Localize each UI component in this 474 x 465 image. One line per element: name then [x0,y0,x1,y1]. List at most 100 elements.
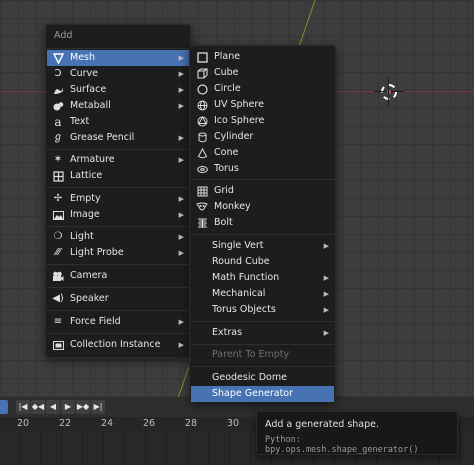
menu-item-label: Plane [214,51,241,62]
grid-icon [196,185,208,197]
menu-item-torus-objects[interactable]: Torus Objects ▶ [191,302,334,318]
monkey-icon [196,201,208,213]
jump-to-keyframe-next-icon[interactable]: ▶◆ [76,400,90,414]
menu-item-grid[interactable]: Grid [191,183,334,199]
menu-item-cube[interactable]: Cube [191,65,334,81]
menu-item-torus[interactable]: Torus [191,161,334,177]
surface-icon [52,84,64,96]
grease-pencil-icon: ℊ [53,132,63,143]
record-button[interactable] [0,400,8,414]
menu-item-speaker[interactable]: ◀) Speaker [47,291,189,307]
menu-item-force-field[interactable]: ≡ Force Field ▶ [47,314,189,330]
menu-item-geodesic-dome[interactable]: Geodesic Dome [191,370,334,386]
3d-cursor-icon[interactable] [374,77,404,107]
menu-item-circle[interactable]: Circle [191,81,334,97]
bolt-icon [196,217,208,229]
armature-icon: ✶ [53,154,63,165]
frame-label: 20 [17,418,30,429]
camera-icon [52,270,64,282]
frame-label: 26 [143,418,156,429]
menu-item-label: Ico Sphere [214,115,265,126]
light-probe-icon: ⁄⁄⁄ [55,247,61,258]
cube-icon [196,67,208,79]
separator [191,366,334,367]
torus-icon [196,163,208,175]
menu-item-round-cube[interactable]: Round Cube [191,254,334,270]
menu-item-shape-generator[interactable]: Shape Generator [191,386,334,402]
menu-title: Add [54,30,73,41]
menu-item-collection-instance[interactable]: Collection Instance ▶ [47,337,189,353]
menu-item-monkey[interactable]: Monkey [191,199,334,215]
submenu-arrow-icon: ▶ [178,134,184,142]
menu-item-image[interactable]: Image ▶ [47,207,189,223]
uv-sphere-icon [196,99,208,111]
submenu-arrow-icon: ▶ [178,233,184,241]
separator [47,149,189,150]
separator [47,48,189,49]
separator [47,187,189,188]
menu-item-single-vert[interactable]: Single Vert ▶ [191,238,334,254]
play-reverse-icon[interactable]: ◀ [46,400,60,414]
menu-item-bolt[interactable]: Bolt [191,215,334,231]
menu-item-grease-pencil[interactable]: ℊ Grease Pencil ▶ [47,130,189,146]
menu-item-label: Monkey [214,201,251,212]
menu-item-surface[interactable]: Surface ▶ [47,82,189,98]
frame-label: 30 [227,418,240,429]
curve-icon: Ͻ [54,68,62,79]
menu-item-empty[interactable]: ✢ Empty ▶ [47,191,189,207]
menu-item-label: Math Function [212,272,280,283]
metaball-icon [52,100,64,112]
menu-item-label: Curve [70,68,99,79]
separator [191,234,334,235]
menu-item-ico-sphere[interactable]: Ico Sphere [191,113,334,129]
menu-item-label: Circle [214,83,241,94]
jump-to-start-icon[interactable]: |◀ [16,400,30,414]
menu-item-label: Bolt [214,217,233,228]
submenu-arrow-icon: ▶ [178,86,184,94]
menu-item-label: Text [70,116,90,127]
menu-item-cone[interactable]: Cone [191,145,334,161]
menu-item-text[interactable]: a Text [47,114,189,130]
menu-item-label: Force Field [70,316,121,327]
empty-icon: ✢ [53,193,63,204]
menu-item-label: Camera [70,270,108,281]
submenu-arrow-icon: ▶ [178,341,184,349]
menu-item-label: Shape Generator [212,388,294,399]
menu-item-label: Light [70,231,94,242]
menu-item-label: Torus Objects [212,304,276,315]
menu-item-math-function[interactable]: Math Function ▶ [191,270,334,286]
menu-item-camera[interactable]: Camera [47,268,189,284]
menu-item-uv-sphere[interactable]: UV Sphere [191,97,334,113]
menu-item-light-probe[interactable]: ⁄⁄⁄ Light Probe ▶ [47,245,189,261]
menu-item-lattice[interactable]: Lattice [47,168,189,184]
submenu-arrow-icon: ▶ [178,195,184,203]
menu-item-cylinder[interactable]: Cylinder [191,129,334,145]
menu-item-label: Empty [70,193,101,204]
menu-item-label: Collection Instance [70,339,161,350]
submenu-arrow-icon: ▶ [323,290,329,298]
image-icon [52,209,64,221]
menu-item-curve[interactable]: Ͻ Curve ▶ [47,66,189,82]
menu-item-label: Grid [214,185,234,196]
menu-item-label: Torus [214,163,239,174]
frame-label: 24 [101,418,114,429]
jump-to-end-icon[interactable]: ▶| [91,400,105,414]
frame-label: 22 [59,418,72,429]
menu-item-label: Light Probe [70,247,124,258]
menu-item-extras[interactable]: Extras ▶ [191,325,334,341]
play-icon[interactable]: ▶ [61,400,75,414]
menu-item-mesh[interactable]: Mesh ▶ [47,50,189,66]
jump-to-keyframe-prev-icon[interactable]: ◆◀ [31,400,45,414]
menu-item-metaball[interactable]: Metaball ▶ [47,98,189,114]
menu-item-mechanical[interactable]: Mechanical ▶ [191,286,334,302]
submenu-arrow-icon: ▶ [178,318,184,326]
submenu-arrow-icon: ▶ [178,211,184,219]
submenu-arrow-icon: ▶ [178,54,184,62]
separator [47,287,189,288]
circle-icon [196,83,208,95]
separator [191,344,334,345]
menu-item-light[interactable]: ❍ Light ▶ [47,229,189,245]
menu-item-armature[interactable]: ✶ Armature ▶ [47,152,189,168]
menu-item-plane[interactable]: Plane [191,49,334,65]
ico-sphere-icon [196,115,208,127]
